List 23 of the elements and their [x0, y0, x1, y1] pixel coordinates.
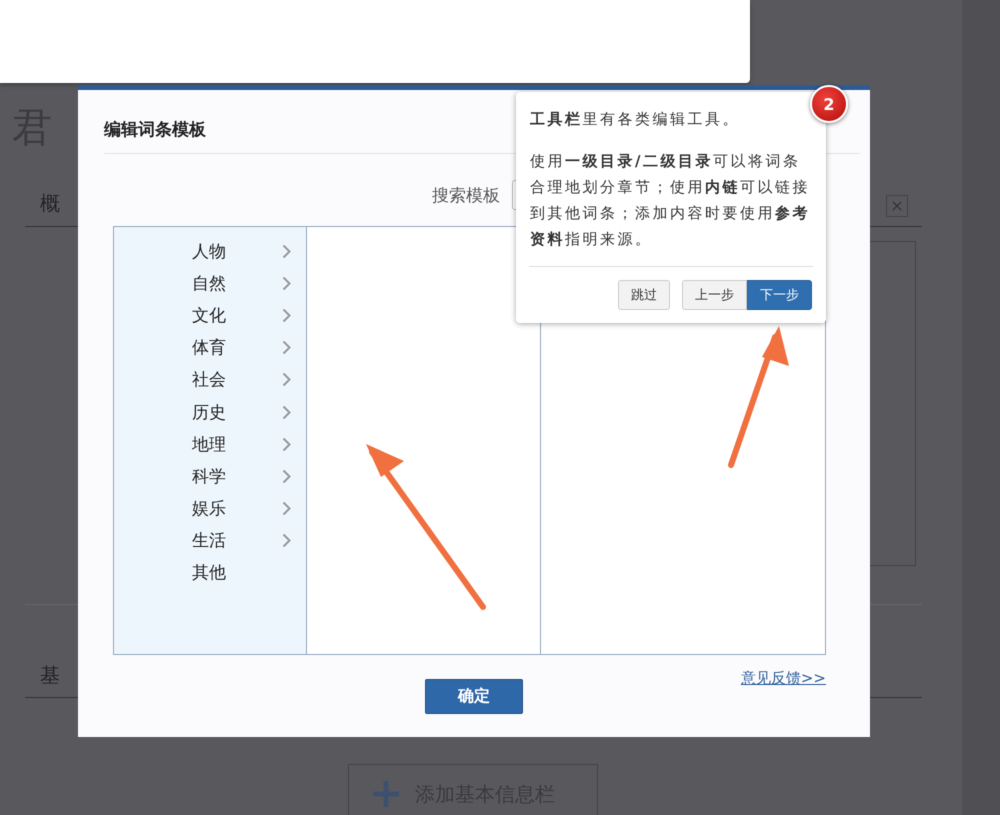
- category-item[interactable]: 娱乐: [114, 492, 306, 525]
- category-item[interactable]: 地理: [114, 428, 306, 460]
- search-label: 搜索模板: [432, 184, 500, 206]
- step-button[interactable]: 下一步: [747, 280, 812, 310]
- section-heading: 基: [40, 662, 60, 689]
- step-button[interactable]: 上一步: [682, 280, 747, 310]
- tip-text: 使用一级目录/二级目录可以将词条合理地划分章节；使用内链可以链接到其他词条；添加内容时要使用参考资料指明来源。: [530, 151, 811, 250]
- tip-text: 工具栏里有各类编辑工具。: [530, 109, 741, 130]
- category-item[interactable]: 历史: [114, 396, 306, 428]
- category-item[interactable]: 科学: [114, 460, 306, 492]
- dialog-title: 编辑词条模板: [104, 119, 206, 141]
- category-item[interactable]: 文化: [114, 299, 306, 332]
- category-item[interactable]: 生活: [114, 524, 306, 557]
- category-item[interactable]: 体育: [114, 332, 306, 364]
- category-item[interactable]: 社会: [114, 364, 306, 396]
- feedback-link[interactable]: 意见反馈>>: [740, 669, 826, 688]
- section-heading: 概: [40, 190, 60, 217]
- category-item[interactable]: 人物: [114, 235, 306, 268]
- category-item[interactable]: 自然: [114, 267, 306, 300]
- confirm-button[interactable]: 确定: [425, 679, 523, 714]
- category-item[interactable]: 其他: [114, 556, 306, 590]
- step-button[interactable]: 跳过: [618, 280, 670, 310]
- plus-icon: [371, 779, 401, 809]
